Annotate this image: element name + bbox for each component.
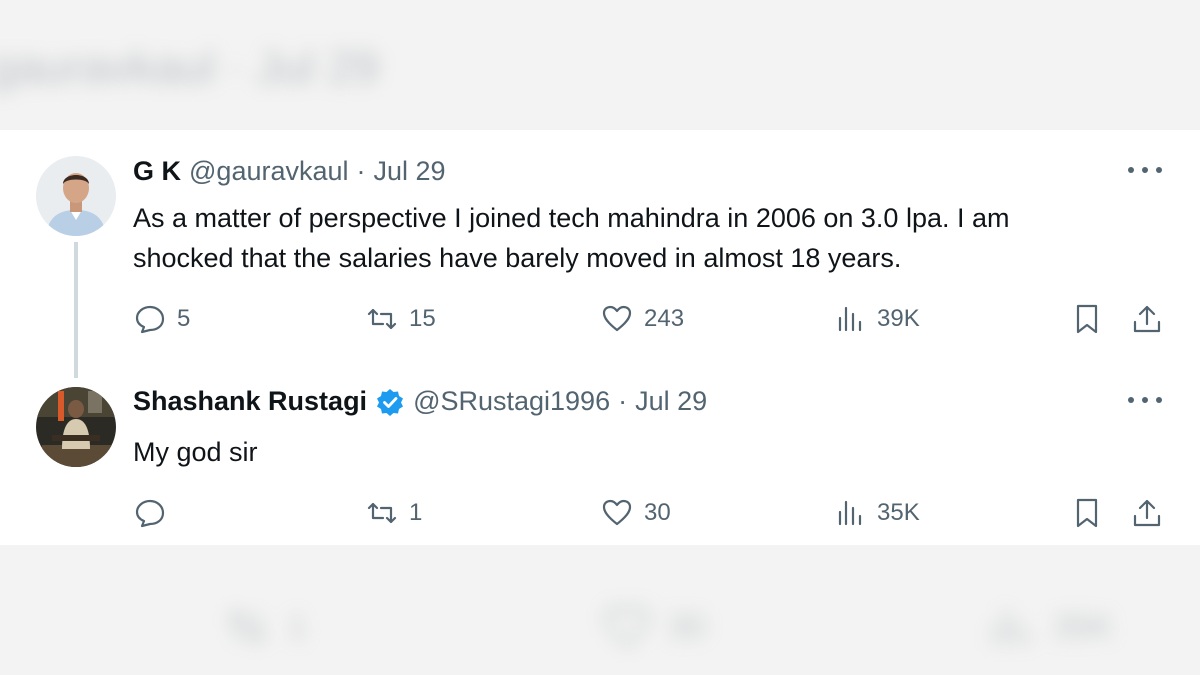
share-icon bbox=[1133, 499, 1161, 527]
avatar-shashank-image bbox=[36, 387, 116, 467]
views-button[interactable]: 39K bbox=[833, 302, 920, 336]
avatar[interactable] bbox=[36, 156, 116, 236]
bookmark-icon bbox=[1076, 498, 1098, 528]
tweet-action-bar: 5 15 243 39K bbox=[0, 302, 1200, 342]
author-handle[interactable]: @SRustagi1996 bbox=[413, 386, 610, 417]
verified-badge-icon bbox=[377, 388, 404, 416]
tweet-header: G K @gauravkaul · Jul 29 bbox=[133, 156, 446, 187]
reply-icon bbox=[135, 499, 165, 528]
repost-button[interactable]: 15 bbox=[365, 302, 436, 336]
like-button[interactable]: 30 bbox=[600, 496, 671, 530]
tweet-text-line-2: shocked that the salaries have barely mo… bbox=[133, 243, 902, 273]
views-count: 39K bbox=[877, 305, 920, 332]
avatar[interactable] bbox=[36, 387, 116, 467]
retweet-icon bbox=[228, 610, 266, 644]
author-name[interactable]: Shashank Rustagi bbox=[133, 386, 367, 417]
repost-count: 15 bbox=[409, 305, 436, 332]
reply-count: 5 bbox=[177, 305, 191, 332]
header-separator: · bbox=[618, 386, 628, 416]
views-icon bbox=[838, 306, 862, 332]
repost-button[interactable]: 1 bbox=[365, 496, 422, 530]
reply-button[interactable]: 5 bbox=[133, 302, 190, 336]
bookmark-icon bbox=[1076, 304, 1098, 334]
background-views-count: 35K bbox=[1053, 607, 1114, 646]
author-handle[interactable]: @gauravkaul bbox=[189, 156, 349, 187]
tweet-text-line-1: My god sir bbox=[133, 437, 258, 467]
views-icon bbox=[838, 500, 862, 526]
background-views: 35K bbox=[985, 600, 1114, 654]
repost-icon bbox=[367, 308, 397, 330]
tweet-thread-card: G K @gauravkaul · Jul 29 As a matter of … bbox=[0, 130, 1200, 545]
heart-icon bbox=[602, 499, 632, 526]
header-separator: · bbox=[356, 156, 366, 186]
bookmark-button[interactable] bbox=[1070, 302, 1104, 336]
background-header-text: gauravkaul · Jul 29 bbox=[0, 41, 379, 93]
views-icon bbox=[992, 609, 1030, 645]
background-retweet: 1 bbox=[220, 600, 307, 654]
like-count: 30 bbox=[644, 499, 671, 526]
like-count: 243 bbox=[644, 305, 685, 332]
like-button[interactable]: 243 bbox=[600, 302, 684, 336]
avatar-gk-image bbox=[36, 156, 116, 236]
repost-icon bbox=[367, 502, 397, 524]
views-count: 35K bbox=[877, 499, 920, 526]
tweet-date[interactable]: Jul 29 bbox=[374, 156, 446, 187]
views-button[interactable]: 35K bbox=[833, 496, 920, 530]
repost-count: 1 bbox=[409, 499, 423, 526]
share-icon bbox=[1133, 305, 1161, 333]
background-action-bar: 1 30 35K bbox=[0, 600, 1200, 660]
tweet-date[interactable]: Jul 29 bbox=[635, 386, 707, 417]
share-button[interactable] bbox=[1130, 302, 1164, 336]
author-name[interactable]: G K bbox=[133, 156, 181, 187]
tweet-action-bar: 1 30 35K bbox=[0, 496, 1200, 536]
tweet-shashank[interactable]: Shashank Rustagi @SRustagi1996 · Jul 29 … bbox=[0, 370, 1200, 545]
background-like-count: 30 bbox=[668, 607, 706, 646]
tweet-text-line-1: As a matter of perspective I joined tech… bbox=[133, 203, 1010, 233]
heart-icon bbox=[602, 305, 632, 332]
reply-icon bbox=[135, 305, 165, 334]
reply-button[interactable] bbox=[133, 496, 177, 530]
background-retweet-count: 1 bbox=[288, 607, 307, 646]
heart-icon bbox=[604, 606, 650, 647]
more-options-icon[interactable] bbox=[1128, 158, 1162, 182]
share-button[interactable] bbox=[1130, 496, 1164, 530]
tweet-header: Shashank Rustagi @SRustagi1996 · Jul 29 bbox=[133, 386, 707, 417]
bookmark-button[interactable] bbox=[1070, 496, 1104, 530]
more-options-icon[interactable] bbox=[1128, 388, 1162, 412]
tweet-gk[interactable]: G K @gauravkaul · Jul 29 As a matter of … bbox=[0, 130, 1200, 378]
background-like: 30 bbox=[600, 600, 706, 654]
